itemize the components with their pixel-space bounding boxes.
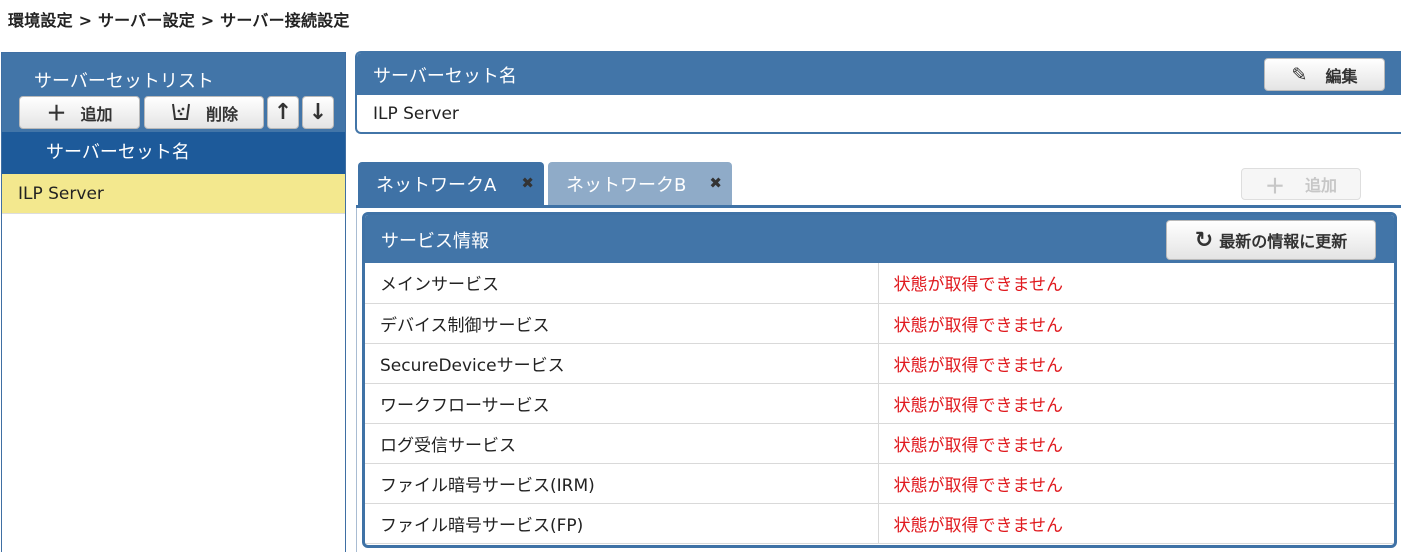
table-row: デバイス制御サービス 状態が取得できません (365, 303, 1394, 344)
add-network-button-label: 追加 (1304, 176, 1337, 195)
table-row: ログ受信サービス 状態が取得できません (365, 423, 1394, 464)
breadcrumb: 環境設定 > サーバー設定 > サーバー接続設定 (8, 11, 350, 30)
table-row: メインサービス 状態が取得できません (365, 263, 1394, 304)
delete-button-label: 削除 (205, 104, 238, 124)
service-status: 状態が取得できません (878, 423, 1394, 464)
move-up-button[interactable]: ↑ (267, 96, 299, 129)
arrow-down-icon: ↓ (308, 99, 328, 125)
service-name: ログ受信サービス (365, 423, 879, 464)
service-name: ワークフローサービス (365, 383, 879, 424)
server-set-list-header: サーバーセットリスト ＋ 追加 削除 ↑ ↓ (2, 53, 345, 132)
delete-server-set-button[interactable]: 削除 (144, 96, 264, 129)
move-down-button[interactable]: ↓ (302, 96, 334, 129)
service-name: メインサービス (365, 263, 879, 304)
add-button-label: 追加 (80, 104, 113, 124)
tab-network-a-label: ネットワークA (376, 174, 497, 196)
service-status: 状態が取得できません (878, 343, 1394, 384)
server-set-name-header: サーバーセット名 ✎ 編集 (357, 53, 1401, 95)
trash-icon (170, 101, 192, 124)
tab-divider (356, 205, 1401, 208)
table-row: ワークフローサービス 状態が取得できません (365, 383, 1394, 424)
service-table: メインサービス 状態が取得できません デバイス制御サービス 状態が取得できません… (365, 263, 1394, 544)
table-row: ファイル暗号サービス(FP) 状態が取得できません (365, 503, 1394, 544)
server-set-column-header: サーバーセット名 (2, 132, 345, 174)
service-name: ファイル暗号サービス(FP) (365, 503, 879, 544)
close-icon[interactable]: ✖ (521, 174, 534, 192)
server-set-name-panel: サーバーセット名 ✎ 編集 ILP Server (355, 51, 1401, 134)
arrow-up-icon: ↑ (273, 99, 293, 125)
edit-button[interactable]: ✎ 編集 (1264, 58, 1385, 91)
service-info-header: サービス情報 ↻ 最新の情報に更新 (365, 215, 1394, 263)
service-status: 状態が取得できません (878, 503, 1394, 544)
server-set-list-item[interactable]: ILP Server (2, 174, 345, 214)
refresh-button-label: 最新の情報に更新 (1219, 232, 1348, 251)
pencil-icon: ✎ (1291, 63, 1308, 86)
plus-icon: ＋ (1264, 173, 1285, 198)
server-set-name-value: ILP Server (373, 104, 459, 124)
service-name: ファイル暗号サービス(IRM) (365, 463, 879, 504)
service-name: SecureDeviceサービス (365, 343, 879, 384)
add-server-set-button[interactable]: ＋ 追加 (19, 96, 140, 129)
server-set-name-title: サーバーセット名 (373, 66, 517, 87)
tab-network-b[interactable]: ネットワークB ✖ (548, 162, 732, 205)
service-info-title: サービス情報 (381, 231, 489, 252)
service-status: 状態が取得できません (878, 383, 1394, 424)
table-row: SecureDeviceサービス 状態が取得できません (365, 343, 1394, 384)
table-row: ファイル暗号サービス(IRM) 状態が取得できません (365, 463, 1394, 504)
server-set-list-panel: サーバーセットリスト ＋ 追加 削除 ↑ ↓ サーバーセット名 ILP Serv… (1, 52, 346, 552)
edit-button-label: 編集 (1325, 66, 1358, 86)
service-info-panel: サービス情報 ↻ 最新の情報に更新 メインサービス 状態が取得できません デバイ… (362, 212, 1397, 548)
plus-icon: ＋ (46, 100, 67, 125)
refresh-icon: ↻ (1194, 227, 1214, 253)
add-network-button[interactable]: ＋ 追加 (1241, 168, 1361, 200)
service-status: 状態が取得できません (878, 463, 1394, 504)
refresh-button[interactable]: ↻ 最新の情報に更新 (1166, 220, 1376, 260)
server-set-list-title: サーバーセットリスト (34, 71, 214, 92)
service-status: 状態が取得できません (878, 303, 1394, 344)
tab-network-a[interactable]: ネットワークA ✖ (358, 162, 544, 205)
tab-network-b-label: ネットワークB (566, 174, 687, 196)
service-name: デバイス制御サービス (365, 303, 879, 344)
close-icon[interactable]: ✖ (709, 174, 722, 192)
service-status: 状態が取得できません (878, 263, 1394, 304)
